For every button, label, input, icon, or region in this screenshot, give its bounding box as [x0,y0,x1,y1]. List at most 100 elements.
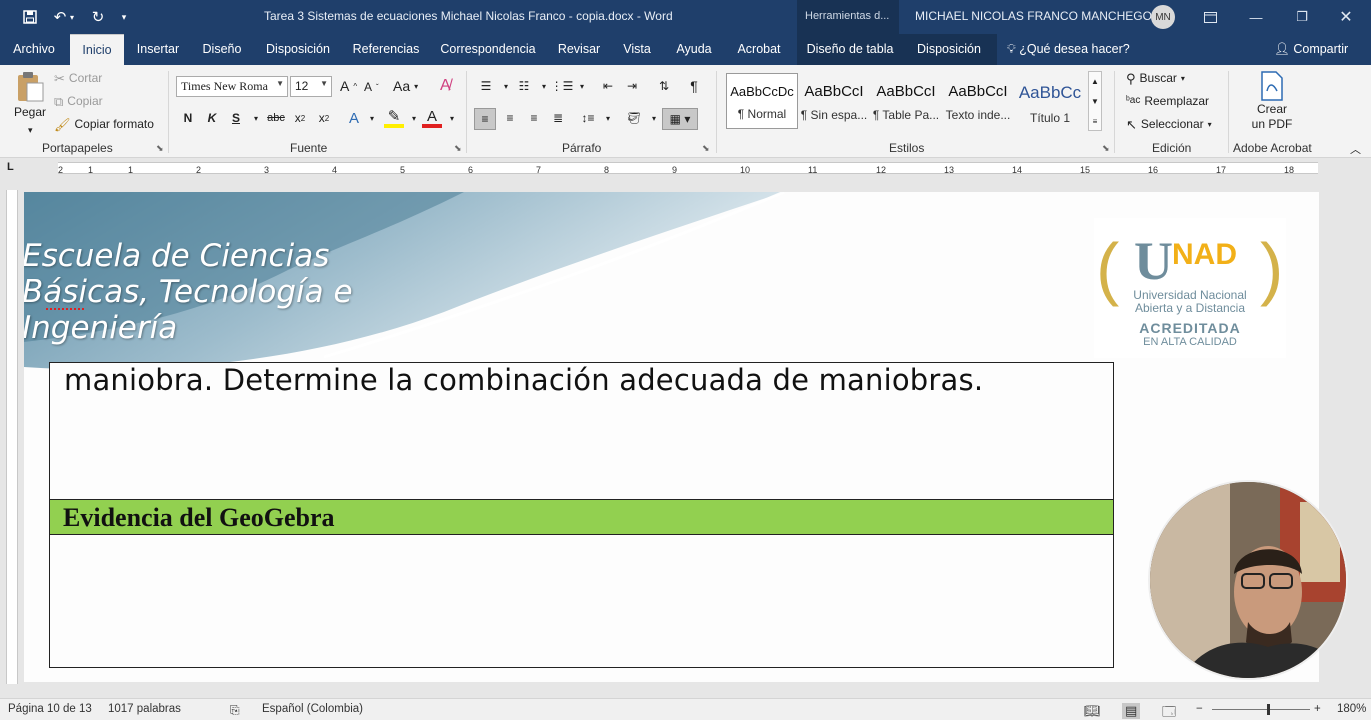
tab-referencias[interactable]: Referencias [348,34,424,65]
print-layout-icon[interactable]: ▤ [1122,703,1141,719]
bullets-dropdown-icon[interactable]: ▾ [496,76,516,96]
clipboard-launcher-icon[interactable]: ⬊ [156,143,164,154]
table-row[interactable]: maniobra. Determine la combinación adecu… [50,363,1113,500]
style-texto-independiente[interactable]: AaBbCcI Texto inde... [942,73,1014,129]
underline-dropdown-icon[interactable]: ▾ [246,108,266,128]
copy-button[interactable]: ⧉ Copiar [54,94,103,108]
text-effects-dropdown-icon[interactable]: ▾ [362,108,382,128]
tab-archivo[interactable]: Archivo [6,34,62,65]
style-normal[interactable]: AaBbCcDc ¶ Normal [726,73,798,129]
bold-icon[interactable]: N [178,108,198,128]
superscript-icon[interactable]: x2 [314,108,334,128]
decrease-indent-icon[interactable]: ⇤ [598,76,618,96]
ruler-strip[interactable]: 2 1 1 2 3 4 5 6 7 8 9 10 11 12 13 14 15 … [58,162,1318,175]
customize-qat-icon[interactable]: ▾ [114,6,134,28]
styles-launcher-icon[interactable]: ⬊ [1102,143,1110,154]
bullets-icon[interactable]: ☰ [476,76,496,96]
zoom-in-icon[interactable]: + [1314,703,1321,715]
read-mode-icon[interactable]: 📖︎ [1084,703,1101,719]
tab-diseno-de-tabla[interactable]: Diseño de tabla [802,34,898,65]
borders-icon[interactable]: ▦ ▾ [662,108,698,130]
highlight-icon[interactable]: ✎ [384,108,404,128]
font-family-combo[interactable]: Times New Roma ▼ [176,76,288,97]
tab-vista[interactable]: Vista [616,34,658,65]
language[interactable]: Español (Colombia) [262,703,363,715]
shading-dropdown-icon[interactable]: ▾ [644,108,664,128]
style-titulo-1[interactable]: AaBbCc Título 1 [1014,73,1086,129]
tab-correspondencia[interactable]: Correspondencia [436,34,540,65]
line-spacing-icon[interactable]: ↕≡ [578,108,598,128]
zoom-slider[interactable] [1212,709,1310,710]
sort-icon[interactable]: ⇅ [654,76,674,96]
zoom-out-icon[interactable]: − [1196,703,1203,715]
table-row[interactable] [50,535,1113,667]
line-spacing-dropdown-icon[interactable]: ▾ [598,108,618,128]
zoom-level[interactable]: 180% [1337,703,1366,715]
increase-indent-icon[interactable]: ⇥ [622,76,642,96]
tell-me-search[interactable]: 💡︎ ¿Qué desea hacer? [1007,42,1130,57]
change-case-icon[interactable]: Aa ▾ [393,78,418,94]
document-table[interactable]: maniobra. Determine la combinación adecu… [49,362,1114,668]
font-color-dropdown-icon[interactable]: ▾ [442,108,462,128]
italic-icon[interactable]: K [202,108,222,128]
page-count[interactable]: Página 10 de 13 [8,703,92,715]
find-button[interactable]: ⚲ Buscar ▾ [1126,71,1185,85]
share-button[interactable]: 👤︎ Compartir [1274,42,1348,57]
tab-revisar[interactable]: Revisar [552,34,606,65]
collapse-ribbon-icon[interactable]: ︿ [1350,141,1361,157]
document-page[interactable]: Escuela de Ciencias Básicas, Tecnología … [24,192,1319,682]
table-header-row[interactable]: Evidencia del GeoGebra [50,500,1113,535]
subscript-icon[interactable]: x2 [290,108,310,128]
replace-button[interactable]: ᵇac Reemplazar [1126,94,1209,108]
style-sin-espaciado[interactable]: AaBbCcI ¶ Sin espa... [798,73,870,129]
save-icon[interactable] [16,6,44,28]
align-left-icon[interactable]: ≡ [474,108,496,130]
create-pdf-button[interactable]: Crear un PDF [1244,71,1300,131]
body-text[interactable]: maniobra. Determine la combinación adecu… [64,363,983,397]
ribbon-display-options-icon[interactable] [1190,4,1230,30]
highlight-dropdown-icon[interactable]: ▾ [404,108,424,128]
close-icon[interactable]: ✕ [1326,4,1366,30]
style-table-paragraph[interactable]: AaBbCcI ¶ Table Pa... [870,73,942,129]
select-button[interactable]: ↖ Seleccionar ▾ [1126,117,1212,131]
tab-selector-icon[interactable]: L [7,161,14,173]
text-effects-icon[interactable]: A [344,108,364,128]
undo-dropdown-icon[interactable]: ▾ [66,6,78,28]
paste-dropdown-icon[interactable]: ▾ [28,125,33,136]
justify-icon[interactable]: ≣ [548,108,568,128]
grow-font-icon[interactable]: A ^ [340,78,357,94]
shading-icon[interactable]: 🪣︎ [624,108,644,128]
redo-icon[interactable]: ↻ [84,6,112,28]
vertical-ruler[interactable] [6,190,18,684]
tab-disposicion-tabla[interactable]: Disposición [910,34,988,65]
multilevel-list-icon[interactable]: ⋮☰ [551,76,574,96]
align-center-icon[interactable]: ≡ [500,108,520,128]
font-launcher-icon[interactable]: ⬊ [454,143,462,154]
multilevel-dropdown-icon[interactable]: ▾ [572,76,592,96]
tab-inicio[interactable]: Inicio [70,34,124,65]
user-name[interactable]: MICHAEL NICOLAS FRANCO MANCHEGO [915,9,1152,23]
underline-icon[interactable]: S [226,108,246,128]
clear-formatting-icon[interactable]: A̸ [440,77,451,95]
tab-diseno[interactable]: Diseño [196,34,248,65]
shrink-font-icon[interactable]: Aˇ [364,80,379,94]
minimize-icon[interactable]: — [1236,4,1276,30]
web-layout-icon[interactable]: 🗔︎ [1162,703,1176,720]
paste-button[interactable]: Pegar [12,71,48,119]
align-right-icon[interactable]: ≡ [524,108,544,128]
section-heading[interactable]: Evidencia del GeoGebra [63,503,335,533]
tab-ayuda[interactable]: Ayuda [668,34,720,65]
tab-disposicion[interactable]: Disposición [260,34,336,65]
tab-acrobat[interactable]: Acrobat [730,34,788,65]
styles-gallery-scroll[interactable]: ▲ ▼ ≡ [1088,71,1102,131]
format-painter-button[interactable]: 🖌︎ Copiar formato [54,117,154,131]
zoom-slider-thumb[interactable] [1267,704,1270,715]
pilcrow-icon[interactable]: ¶ [684,76,704,96]
font-size-combo[interactable]: 12 ▼ [290,76,332,97]
avatar[interactable]: MN [1151,5,1175,29]
strikethrough-icon[interactable]: abc [265,108,287,128]
tab-insertar[interactable]: Insertar [130,34,186,65]
restore-icon[interactable]: ❐ [1282,4,1322,30]
proofing-icon[interactable]: ⎘ [230,703,240,718]
paragraph-launcher-icon[interactable]: ⬊ [702,143,710,154]
